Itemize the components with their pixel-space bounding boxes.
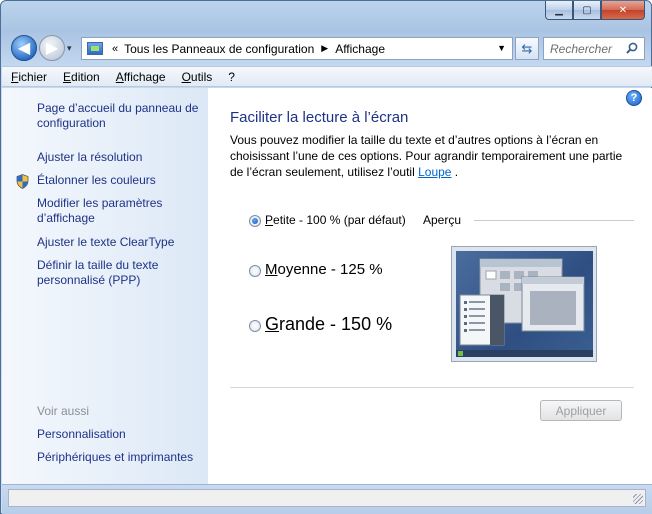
resize-grip-icon[interactable] (633, 494, 643, 504)
option-medium-text: oyenne - 125 % (277, 261, 383, 278)
sidebar-link-set-custom-text-size[interactable]: Définir la taille du texte personnalisé … (37, 258, 187, 288)
control-panel-icon (87, 42, 103, 55)
navigation-bar: ◀ ▶ ▾ « Tous les Panneaux de configurati… (7, 33, 647, 63)
sidebar-link-calibrate-color[interactable]: Étalonner les couleurs (37, 173, 156, 188)
menu-view[interactable]: Affichage (107, 70, 173, 84)
sidebar-link-adjust-resolution[interactable]: Ajuster la résolution (37, 150, 142, 165)
sidebar-link-personalization[interactable]: Personnalisation (37, 427, 126, 442)
option-medium-mnemonic: M (265, 261, 278, 278)
description-end: . (451, 165, 459, 179)
option-small-mnemonic: P (265, 213, 274, 227)
page-description: Vous pouvez modifier la taille du texte … (230, 132, 628, 180)
sidebar: Page d’accueil du panneau de configurati… (2, 88, 208, 484)
address-bar[interactable]: « Tous les Panneaux de configuration ▶ A… (81, 37, 513, 60)
menu-file[interactable]: Fichier (2, 70, 54, 84)
option-large-label[interactable]: Grande - 150 % (265, 314, 392, 335)
preview-heading: Aperçu (423, 213, 462, 227)
option-small-label[interactable]: Petite - 100 % (par défaut) (265, 213, 406, 227)
sidebar-link-change-display-settings[interactable]: Modifier les paramètres d’affichage (37, 196, 197, 226)
search-icon[interactable] (626, 42, 638, 54)
option-small-text: etite - 100 % (par défaut) (273, 213, 406, 227)
preview-desktop (456, 251, 593, 357)
main-content: ? Faciliter la lecture à l’écran Vous po… (208, 88, 652, 484)
help-icon[interactable]: ? (626, 90, 642, 106)
breadcrumb-overflow[interactable]: « (112, 43, 118, 55)
radio-small[interactable] (249, 215, 261, 227)
menu-tools[interactable]: Outils (173, 70, 220, 84)
sidebar-link-devices-and-printers[interactable]: Périphériques et imprimantes (37, 450, 193, 465)
menu-bar: Fichier Edition Affichage Outils ? (2, 66, 652, 87)
minimize-button[interactable]: ▁ (545, 1, 573, 20)
preview-heading-divider (474, 220, 634, 221)
window-frame: ▁ ▢ ✕ ◀ ▶ ▾ « Tous les Panneaux de confi… (0, 0, 652, 514)
preview-windows-illustration (456, 258, 593, 357)
sidebar-link-control-panel-home[interactable]: Page d’accueil du panneau de configurati… (37, 101, 202, 131)
status-bar (8, 489, 646, 507)
caption-buttons: ▁ ▢ ✕ (545, 1, 645, 21)
recent-pages-dropdown-icon[interactable]: ▾ (67, 43, 72, 54)
maximize-button[interactable]: ▢ (573, 1, 601, 20)
option-large-mnemonic: G (265, 314, 280, 334)
close-button[interactable]: ✕ (601, 1, 645, 20)
menu-help[interactable]: ? (219, 70, 242, 84)
option-large-text: rande - 150 % (279, 314, 393, 334)
option-medium-label[interactable]: Moyenne - 125 % (265, 261, 383, 278)
shield-icon (16, 174, 29, 189)
page-title: Faciliter la lecture à l’écran (230, 109, 409, 126)
menu-edit[interactable]: Edition (54, 70, 107, 84)
search-input[interactable] (550, 41, 630, 56)
apply-button[interactable]: Appliquer (540, 400, 622, 421)
search-box[interactable] (543, 37, 645, 60)
window-bottom-border (2, 484, 652, 514)
see-also-heading: Voir aussi (37, 404, 90, 418)
back-button[interactable]: ◀ (11, 35, 37, 61)
breadcrumb-all-control-panels[interactable]: Tous les Panneaux de configuration (124, 42, 314, 56)
address-dropdown-icon[interactable]: ▼ (497, 43, 506, 53)
refresh-button[interactable]: ⇆ (515, 37, 539, 60)
refresh-icon: ⇆ (521, 40, 533, 56)
radio-medium[interactable] (249, 265, 261, 277)
preview-image (451, 246, 597, 362)
content-divider (230, 387, 634, 388)
forward-button[interactable]: ▶ (39, 35, 65, 61)
breadcrumb-display[interactable]: Affichage (335, 42, 385, 56)
sidebar-link-adjust-cleartype[interactable]: Ajuster le texte ClearType (37, 235, 174, 250)
radio-large[interactable] (249, 320, 261, 332)
breadcrumb-arrow-icon[interactable]: ▶ (321, 43, 328, 54)
magnifier-link[interactable]: Loupe (418, 165, 451, 179)
